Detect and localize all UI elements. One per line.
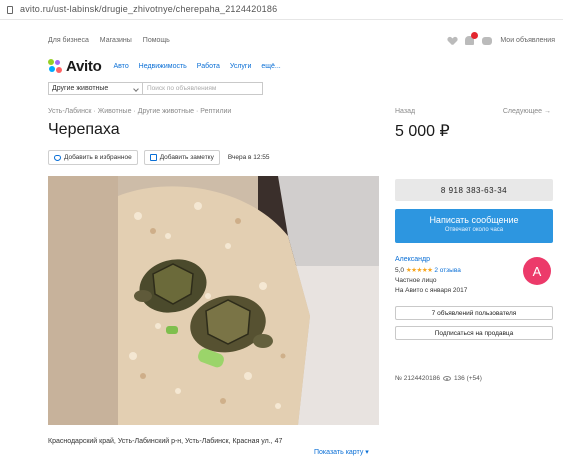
seller-rating: 5,0 ★★★★★ 2 отзыва [395,266,461,274]
category-link-more[interactable]: ещё... [261,63,280,70]
category-link-realty[interactable]: Недвижимость [139,63,187,70]
seller-avatar[interactable]: А [523,257,551,285]
chevron-down-icon [133,86,139,92]
search-input[interactable]: Поиск по объявлениям [143,82,263,95]
listing-photo[interactable] [48,176,379,425]
nav-back-link[interactable]: Назад [395,108,415,115]
breadcrumb-item[interactable]: Другие животные [138,108,194,115]
listing-actions: Добавить в избранное Добавить заметку Вч… [48,150,270,165]
show-map-link[interactable]: Показать карту ▾ [314,448,369,456]
eye-icon [442,376,451,381]
category-select-value: Другие животные [52,85,109,92]
nav-next-link[interactable]: Следующее → [503,108,551,115]
top-link-business[interactable]: Для бизнеса [48,37,89,44]
listing-price: 5 000 ₽ [395,123,450,140]
add-favorite-label: Добавить в избранное [64,154,132,161]
notifications-bell-icon[interactable] [465,32,479,45]
reviews-link[interactable]: 2 отзыва [434,267,461,274]
rating-stars-icon: ★★★★★ [405,267,433,274]
turtle-photo-image [48,176,379,425]
notification-dot [471,32,479,39]
posted-time: Вчера в 12:55 [227,154,270,161]
category-links: Авто Недвижимость Работа Услуги ещё... [113,63,288,70]
my-ads-link[interactable]: Мои объявления [500,37,555,44]
top-nav: Для бизнеса Магазины Помощь Мои объявлен… [0,30,563,50]
response-time-label: Отвечает около часа [444,227,504,233]
listing-address: Краснодарский край, Усть-Лабинский р-н, … [48,438,283,445]
top-link-help[interactable]: Помощь [143,37,170,44]
avito-logo-dots-icon [48,59,62,73]
logo-text: Avito [66,57,102,75]
show-phone-button[interactable]: 8 918 383-63-34 [395,179,553,201]
seller-type: Частное лицо [395,277,437,284]
rating-value: 5,0 [395,267,405,274]
subscribe-seller-button[interactable]: Подписаться на продавца [395,326,553,340]
category-select[interactable]: Другие животные [48,82,143,95]
seller-since: На Авито с января 2017 [395,287,468,294]
seller-ads-button[interactable]: 7 объявлений пользователя [395,306,553,320]
listing-title: Черепаха [48,121,120,138]
top-nav-right: Мои объявления [448,32,555,45]
view-count: 136 (+54) [453,375,482,382]
breadcrumb-item[interactable]: Усть-Лабинск [48,108,92,115]
add-note-label: Добавить заметку [159,154,214,161]
ad-meta: № 2124420186 136 (+54) [395,375,482,382]
search-row: Другие животные Поиск по объявлениям [48,82,263,95]
write-message-button[interactable]: Написать сообщение Отвечает около часа [395,209,553,243]
favorites-heart-icon[interactable] [448,37,457,45]
page-icon [7,6,13,14]
category-link-services[interactable]: Услуги [230,63,252,70]
avito-logo[interactable]: Avito [48,57,102,75]
seller-name-link[interactable]: Александр [395,256,430,263]
add-note-button[interactable]: Добавить заметку [143,150,220,165]
add-favorite-button[interactable]: Добавить в избранное [48,150,138,165]
top-nav-links: Для бизнеса Магазины Помощь [48,37,179,44]
write-message-label: Написать сообщение [429,215,519,225]
breadcrumb: Усть-Лабинск · Животные · Другие животны… [48,108,231,115]
browser-url-bar[interactable]: avito.ru/ust-labinsk/drugie_zhivotnye/ch… [0,0,563,20]
breadcrumb-item[interactable]: Рептилии [200,108,231,115]
ad-number: № 2124420186 [395,375,440,382]
breadcrumb-item[interactable]: Животные [98,108,132,115]
note-icon [149,154,157,161]
messages-chat-icon[interactable] [482,36,493,45]
heart-icon [54,154,61,161]
category-link-auto[interactable]: Авто [113,63,128,70]
site-header: Avito Авто Недвижимость Работа Услуги ещ… [48,55,289,77]
top-link-shops[interactable]: Магазины [100,37,132,44]
category-link-jobs[interactable]: Работа [197,63,220,70]
url-text[interactable]: avito.ru/ust-labinsk/drugie_zhivotnye/ch… [20,4,277,14]
